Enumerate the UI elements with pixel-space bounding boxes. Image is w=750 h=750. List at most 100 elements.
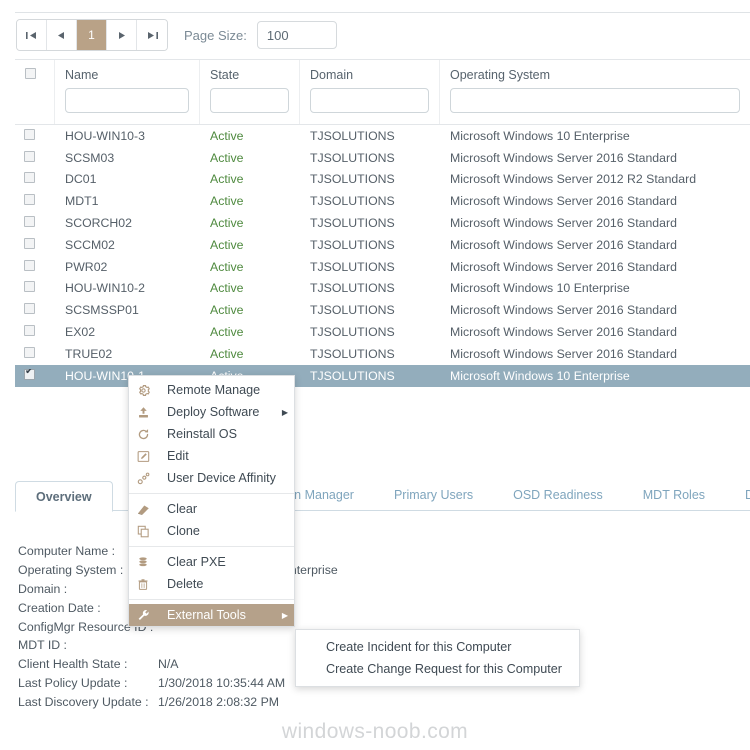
- detail-row: Client Health State : N/A: [18, 655, 338, 674]
- menu-item-clear[interactable]: Clear: [129, 498, 294, 520]
- tab-mdt-roles[interactable]: MDT Roles: [623, 480, 725, 511]
- menu-item-external-tools[interactable]: External Tools ▶: [129, 604, 294, 626]
- filter-name-input[interactable]: [65, 88, 189, 113]
- cell-name: HOU-WIN10-3: [65, 128, 145, 143]
- cell-state: Active: [210, 325, 244, 340]
- detail-value: 1/30/2018 10:35:44 AM: [158, 675, 286, 690]
- row-checkbox[interactable]: [24, 128, 35, 140]
- cell-state: Active: [210, 150, 244, 165]
- menu-separator: [129, 493, 294, 494]
- cell-domain: TJSOLUTIONS: [310, 325, 395, 340]
- cell-domain: TJSOLUTIONS: [310, 303, 395, 318]
- detail-label: Last Policy Update :: [18, 675, 128, 690]
- cell-state: Active: [210, 216, 244, 231]
- wrench-icon: [137, 609, 167, 622]
- table-row[interactable]: HOU-WIN10-1ActiveTJSOLUTIONSMicrosoft Wi…: [15, 364, 750, 387]
- row-select-cell: [15, 128, 55, 143]
- grid-body: HOU-WIN10-3 Active TJSOLUTIONS Microsoft Wi…: [15, 125, 750, 387]
- pager-current-page[interactable]: 1: [77, 20, 107, 50]
- table-row[interactable]: HOU-WIN10-2 Active TJSOLUTIONS Microsoft Wi…: [15, 278, 750, 300]
- detail-label: Client Health State :: [18, 657, 128, 672]
- tab-deployments[interactable]: Deployments: [725, 480, 750, 511]
- row-checkbox[interactable]: [24, 346, 35, 358]
- table-row[interactable]: SCORCH02 Active TJSOLUTIONS Microsoft Windo…: [15, 212, 750, 234]
- header-name-label: Name: [65, 68, 99, 82]
- row-checkbox[interactable]: [24, 194, 35, 206]
- pager-prev-button[interactable]: [47, 20, 77, 50]
- table-row[interactable]: SCCM02 Active TJSOLUTIONS Microsoft Windows…: [15, 234, 750, 256]
- filter-domain-input[interactable]: [310, 88, 429, 113]
- tab-osd-readiness[interactable]: OSD Readiness: [493, 480, 623, 511]
- menu-separator: [129, 546, 294, 547]
- gear-icon: [137, 384, 167, 397]
- upload-icon: [137, 406, 167, 419]
- cell-domain: TJSOLUTIONS: [310, 237, 395, 252]
- row-select-cell: [15, 259, 55, 274]
- pager-next-button[interactable]: [107, 20, 137, 50]
- chevron-right-icon: ▶: [281, 407, 288, 417]
- pager-last-button[interactable]: [137, 20, 167, 50]
- menu-item-remote-manage[interactable]: Remote Manage: [129, 379, 294, 401]
- row-select-cell: [15, 281, 55, 295]
- submenu-item-create-change-request[interactable]: Create Change Request for this Computer: [296, 658, 579, 680]
- trash-icon: [137, 578, 167, 591]
- menu-item-user-device-affinity[interactable]: User Device Affinity: [129, 467, 294, 489]
- cell-domain: TJSOLUTIONS: [310, 150, 395, 165]
- filter-operating-system-input[interactable]: [450, 88, 740, 113]
- first-page-icon: [26, 31, 37, 40]
- row-checkbox[interactable]: [24, 303, 35, 315]
- header-name: Name: [55, 60, 200, 124]
- menu-item-reinstall-os[interactable]: Reinstall OS: [129, 423, 294, 445]
- table-row[interactable]: SCSM03 Active TJSOLUTIONS Microsoft Windows…: [15, 147, 750, 169]
- menu-item-label: Clear PXE: [167, 555, 226, 569]
- tab-overview[interactable]: Overview: [15, 481, 113, 512]
- table-row[interactable]: EX02 Active TJSOLUTIONS Microsoft Windows S…: [15, 321, 750, 343]
- row-checkbox[interactable]: [24, 172, 35, 184]
- row-select-cell: [15, 172, 55, 186]
- cell-domain: TJSOLUTIONS: [310, 368, 395, 383]
- cell-operating-system: Microsoft Windows Server 2016 Standard: [450, 259, 677, 274]
- row-checkbox[interactable]: [24, 150, 35, 162]
- table-row[interactable]: DC01 Active TJSOLUTIONS Microsoft Windows S…: [15, 169, 750, 191]
- cell-name: SCCM02: [65, 237, 115, 252]
- menu-item-label: Clear: [167, 502, 198, 516]
- row-checkbox[interactable]: [24, 325, 35, 337]
- detail-value: 1/26/2018 2:08:32 PM: [158, 694, 280, 709]
- cell-domain: TJSOLUTIONS: [310, 216, 395, 231]
- pager-first-button[interactable]: [17, 20, 47, 50]
- row-checkbox[interactable]: [24, 281, 35, 293]
- row-checkbox[interactable]: [24, 259, 35, 271]
- menu-item-clear-pxe[interactable]: Clear PXE: [129, 551, 294, 573]
- row-checkbox[interactable]: [24, 216, 35, 228]
- site-watermark: windows-noob.com: [281, 720, 469, 743]
- prev-page-icon: [57, 31, 66, 40]
- row-checkbox[interactable]: [24, 368, 35, 380]
- row-select-cell: [15, 346, 55, 361]
- cell-domain: TJSOLUTIONS: [310, 194, 395, 209]
- cell-name: SCSMSSP01: [65, 303, 139, 318]
- menu-item-deploy-software[interactable]: Deploy Software ▶: [129, 401, 294, 423]
- cell-state: Active: [210, 346, 244, 361]
- tab-primary-users[interactable]: Primary Users: [374, 480, 493, 511]
- page-size-input[interactable]: [256, 21, 337, 49]
- link-icon: [137, 472, 167, 485]
- cell-state: Active: [210, 172, 244, 187]
- row-checkbox[interactable]: [24, 237, 35, 249]
- filter-state-input[interactable]: [210, 88, 289, 113]
- menu-item-edit[interactable]: Edit: [129, 445, 294, 467]
- table-row[interactable]: HOU-WIN10-3 Active TJSOLUTIONS Microsoft Wi…: [15, 125, 750, 147]
- cell-name: PWR02: [65, 259, 108, 274]
- menu-item-clone[interactable]: Clone: [129, 520, 294, 542]
- table-row[interactable]: PWR02 Active TJSOLUTIONS Microsoft Windows …: [15, 256, 750, 278]
- row-select-cell: [15, 237, 55, 252]
- submenu-item-create-incident[interactable]: Create Incident for this Computer: [296, 636, 579, 658]
- table-row[interactable]: MDT1 Active TJSOLUTIONS Microsoft Windows S…: [15, 190, 750, 212]
- menu-item-label: User Device Affinity: [167, 471, 276, 485]
- page-size-label: Page Size:: [184, 27, 247, 43]
- row-select-cell: [15, 303, 55, 317]
- table-row[interactable]: SCSMSSP01 Active TJSOLUTIONS Microsoft Wind…: [15, 299, 750, 321]
- menu-item-delete[interactable]: Delete: [129, 573, 294, 595]
- table-row[interactable]: TRUE02 Active TJSOLUTIONS Microsoft Windows…: [15, 343, 750, 365]
- cell-name: MDT1: [65, 194, 99, 209]
- select-all-checkbox[interactable]: [25, 68, 36, 79]
